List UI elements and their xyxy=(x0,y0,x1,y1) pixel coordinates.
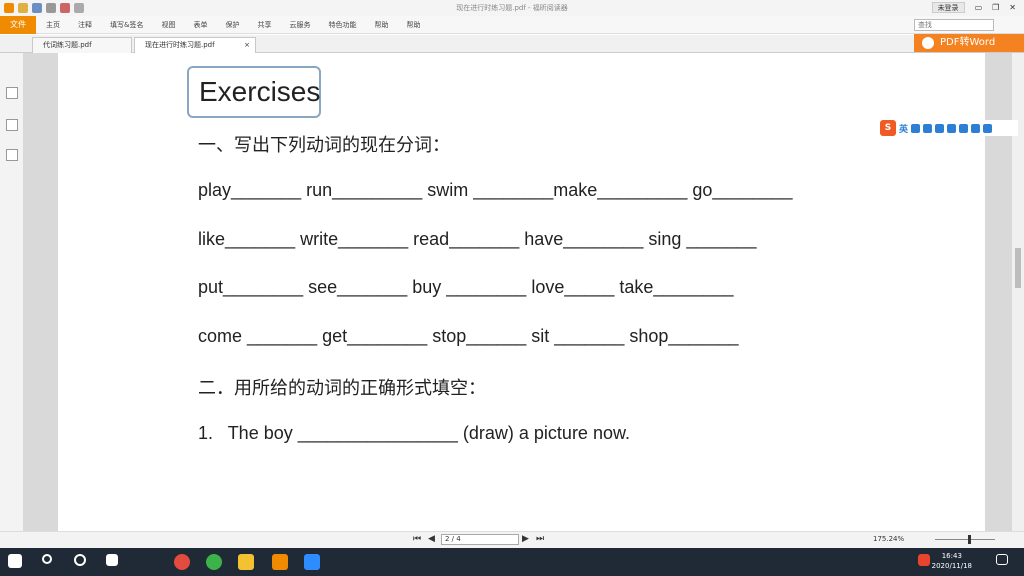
page-thumbnail-icon[interactable] xyxy=(6,119,18,131)
foxit-reader-icon[interactable] xyxy=(272,554,288,570)
menu-fill-sign[interactable]: 填写&签名 xyxy=(110,20,143,30)
pdf-icon xyxy=(922,37,934,49)
menu-features[interactable]: 特色功能 xyxy=(328,20,356,30)
verb-row-2: like_______ write_______ read_______ hav… xyxy=(198,229,757,249)
scroll-thumb[interactable] xyxy=(1015,248,1021,288)
verb-row-3: put________ see_______ buy ________ love… xyxy=(198,277,734,297)
task-view-icon[interactable] xyxy=(106,554,118,566)
document-tabs: 代词练习题.pdf 现在进行时练习题.pdf × xyxy=(0,35,1024,53)
menu-form[interactable]: 表单 xyxy=(193,20,207,30)
exercises-heading: Exercises xyxy=(187,66,321,118)
page-margin-left xyxy=(24,53,58,531)
chrome-icon[interactable] xyxy=(174,554,190,570)
sogou-logo-icon[interactable]: S xyxy=(880,120,896,136)
grid-icon[interactable] xyxy=(983,123,993,133)
last-page-icon[interactable]: ⏭ xyxy=(536,534,544,544)
tab-present-continuous[interactable]: 现在进行时练习题.pdf × xyxy=(134,37,256,53)
question-1: 1. The boy ________________ (draw) a pic… xyxy=(198,423,630,443)
left-sidebar xyxy=(0,53,24,531)
first-page-icon[interactable]: ⏮ xyxy=(413,534,421,544)
layers-icon[interactable] xyxy=(6,149,18,161)
window-title: 现在进行时练习题.pdf - 福昕阅读器 xyxy=(456,4,568,12)
zoom-app-icon[interactable] xyxy=(304,554,320,570)
login-button[interactable]: 未登录 xyxy=(931,2,965,13)
file-menu[interactable]: 文件 xyxy=(0,15,36,34)
cortana-icon[interactable] xyxy=(74,554,86,566)
menu-comment[interactable]: 注释 xyxy=(78,20,92,30)
menu-share[interactable]: 共享 xyxy=(257,20,271,30)
section-one-heading: 一、写出下列动词的现在分词： xyxy=(198,135,450,155)
menu-home[interactable]: 主页 xyxy=(46,20,60,30)
menu-protect[interactable]: 保护 xyxy=(225,20,239,30)
title-bar: 现在进行时练习题.pdf - 福昕阅读器 未登录 ▭ ❐ ✕ xyxy=(0,0,1024,16)
browser-icon[interactable] xyxy=(206,554,222,570)
punctuation-icon[interactable] xyxy=(911,123,921,133)
zoom-level[interactable]: 175.24% xyxy=(873,535,904,543)
windows-start-icon[interactable] xyxy=(8,554,22,568)
skin-icon[interactable] xyxy=(971,123,981,133)
voice-icon[interactable] xyxy=(935,123,945,133)
minimize-icon[interactable]: ▭ xyxy=(975,3,983,12)
close-tab-icon[interactable]: × xyxy=(244,38,250,53)
system-clock[interactable]: 16:43 2020/11/18 xyxy=(932,551,972,571)
bookmark-icon[interactable] xyxy=(6,87,18,99)
menu-view[interactable]: 视图 xyxy=(161,20,175,30)
search-icon[interactable] xyxy=(42,554,52,564)
section-two-heading: 二．用所给的动词的正确形式填空： xyxy=(198,378,486,398)
zoom-slider[interactable] xyxy=(935,539,995,540)
next-page-icon[interactable]: ▶ xyxy=(522,534,529,544)
menu-help-2[interactable]: 帮助 xyxy=(406,20,420,30)
prev-page-icon[interactable]: ◀ xyxy=(428,534,435,544)
windows-taskbar: 16:43 2020/11/18 xyxy=(0,548,1024,576)
close-icon[interactable]: ✕ xyxy=(1009,3,1016,12)
tab-pronoun-exercises[interactable]: 代词练习题.pdf xyxy=(32,37,132,53)
menu-cloud[interactable]: 云服务 xyxy=(289,20,310,30)
restore-icon[interactable]: ❐ xyxy=(992,3,999,12)
search-input[interactable]: 查找 xyxy=(914,19,994,31)
ribbon-menu: 文件 主页 注释 填写&签名 视图 表单 保护 共享 云服务 特色功能 帮助 帮… xyxy=(0,15,1024,34)
verb-row-4: come _______ get________ stop______ sit … xyxy=(198,326,739,346)
menu-help[interactable]: 帮助 xyxy=(374,20,388,30)
ime-toolbar: S 英 xyxy=(880,120,1018,136)
keyboard-icon[interactable] xyxy=(947,123,957,133)
zoom-slider-thumb[interactable] xyxy=(968,535,971,544)
verb-row-1: play_______ run_________ swim ________ma… xyxy=(198,180,793,200)
pdf-to-word-button[interactable]: PDF转Word xyxy=(914,34,1024,52)
ime-lang-toggle[interactable]: 英 xyxy=(899,122,908,135)
page-number-input[interactable]: 2 / 4 xyxy=(441,534,519,545)
tray-app-icon[interactable] xyxy=(918,554,930,566)
emoji-icon[interactable] xyxy=(923,123,933,133)
toolbox-icon[interactable] xyxy=(959,123,969,133)
notification-icon[interactable] xyxy=(996,554,1008,565)
file-explorer-icon[interactable] xyxy=(238,554,254,570)
